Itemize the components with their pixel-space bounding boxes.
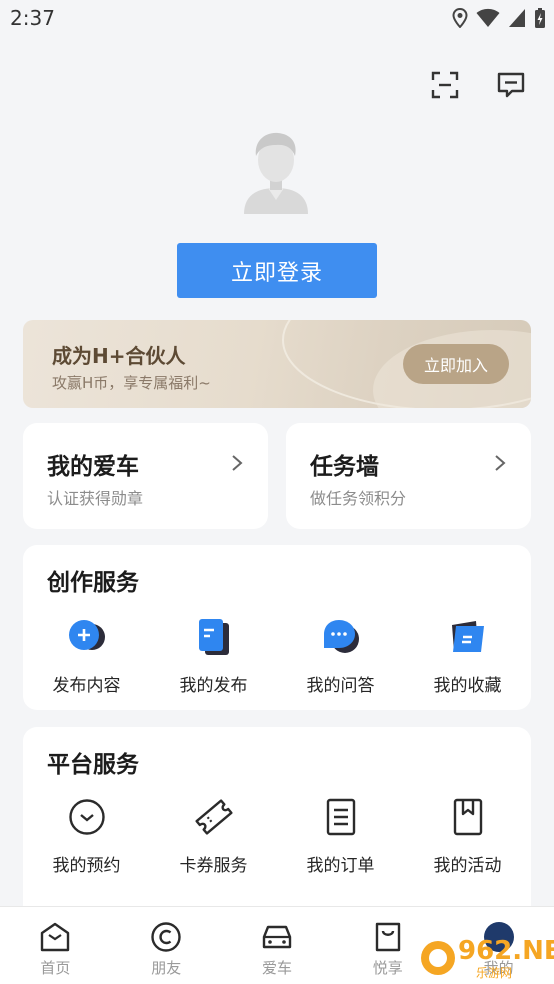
task-wall-title: 任务墙 xyxy=(310,454,379,480)
login-button[interactable]: 立即登录 xyxy=(177,243,377,298)
top-actions xyxy=(430,70,526,100)
location-icon xyxy=(452,8,468,28)
site-watermark: 962.NET 乐游网 xyxy=(418,936,554,980)
platform-services-grid: 我的预约 卡券服务 我的订单 我的活动 xyxy=(23,797,531,876)
my-favorites-label: 我的收藏 xyxy=(433,676,502,696)
my-posts-item[interactable]: 我的发布 xyxy=(150,617,277,696)
my-car-card[interactable]: 我的爱车 认证获得勋章 xyxy=(23,423,268,529)
order-icon xyxy=(326,798,355,836)
avatar[interactable] xyxy=(240,128,312,214)
join-now-button[interactable]: 立即加入 xyxy=(403,344,509,384)
my-posts-label: 我的发布 xyxy=(179,676,248,696)
my-qa-label: 我的问答 xyxy=(306,676,375,696)
activity-bookmark-icon xyxy=(453,798,482,836)
coupon-service-item[interactable]: 卡券服务 xyxy=(150,797,277,876)
watermark-logo-icon xyxy=(421,941,455,975)
coupon-icon xyxy=(194,799,233,835)
my-car-title: 我的爱车 xyxy=(47,454,139,480)
my-activities-label: 我的活动 xyxy=(433,856,502,876)
coupon-service-label: 卡券服务 xyxy=(179,856,248,876)
nav-home-label: 首页 xyxy=(40,959,71,977)
my-qa-item[interactable]: 我的问答 xyxy=(277,617,404,696)
car-icon xyxy=(262,925,292,949)
publish-plus-icon xyxy=(68,620,105,650)
task-wall-card[interactable]: 任务墙 做任务领积分 xyxy=(286,423,531,529)
publish-content-item[interactable]: 发布内容 xyxy=(23,617,150,696)
partner-subtitle: 攻赢H币，享专属福利~ xyxy=(52,374,211,392)
platform-services-card: 平台服务 我的预约 卡券服务 我的订单 我的活动 xyxy=(23,727,531,927)
nav-car[interactable]: 爱车 xyxy=(222,907,333,984)
task-wall-subtitle: 做任务领积分 xyxy=(310,489,407,508)
appointment-icon xyxy=(68,799,105,835)
nav-friends[interactable]: 朋友 xyxy=(111,907,222,984)
watermark-text: 962.NET xyxy=(458,936,554,966)
publish-content-label: 发布内容 xyxy=(52,676,121,696)
status-bar: 2:37 xyxy=(0,0,554,38)
partner-banner[interactable]: 成为H+合伙人 攻赢H币，享专属福利~ 立即加入 xyxy=(23,320,531,408)
platform-services-title: 平台服务 xyxy=(47,752,139,778)
creation-services-grid: 发布内容 我的发布 我的问答 我的收藏 xyxy=(23,617,531,696)
nav-car-label: 爱车 xyxy=(261,959,292,977)
wifi-icon xyxy=(476,8,500,27)
nav-friends-label: 朋友 xyxy=(151,959,182,977)
status-time: 2:37 xyxy=(10,6,55,30)
chevron-right-icon xyxy=(232,455,243,471)
battery-charging-icon xyxy=(535,8,545,28)
my-orders-label: 我的订单 xyxy=(306,856,375,876)
status-icons xyxy=(452,7,546,29)
shopping-bag-icon xyxy=(375,922,400,952)
qa-chat-icon xyxy=(323,620,359,653)
creation-services-card: 创作服务 发布内容 我的发布 我的问答 我的收藏 xyxy=(23,545,531,710)
friends-icon xyxy=(151,922,181,952)
nav-enjoy-label: 悦享 xyxy=(372,959,403,977)
my-posts-icon xyxy=(198,619,229,655)
scan-icon[interactable] xyxy=(430,70,460,100)
my-activities-item[interactable]: 我的活动 xyxy=(404,797,531,876)
chevron-right-icon xyxy=(495,455,506,471)
my-orders-item[interactable]: 我的订单 xyxy=(277,797,404,876)
signal-icon xyxy=(509,9,525,27)
favorites-icon xyxy=(451,621,484,652)
creation-services-title: 创作服务 xyxy=(47,570,139,596)
my-appointment-label: 我的预约 xyxy=(52,856,121,876)
my-appointment-item[interactable]: 我的预约 xyxy=(23,797,150,876)
my-favorites-item[interactable]: 我的收藏 xyxy=(404,617,531,696)
home-icon xyxy=(41,922,70,952)
watermark-sub: 乐游网 xyxy=(476,966,513,980)
nav-home[interactable]: 首页 xyxy=(0,907,111,984)
message-icon[interactable] xyxy=(496,70,526,100)
partner-title: 成为H+合伙人 xyxy=(52,344,186,368)
my-car-subtitle: 认证获得勋章 xyxy=(47,489,144,508)
